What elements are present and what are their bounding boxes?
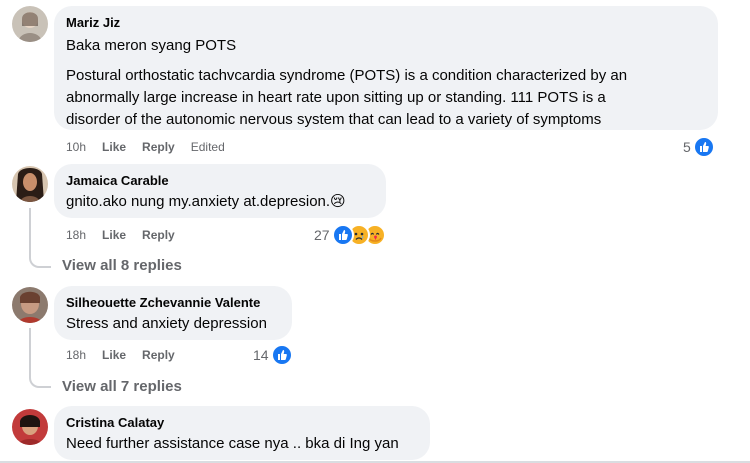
reactions[interactable]: 14 [253, 344, 293, 366]
comment-text: abnormally large increase in heart rate … [66, 89, 606, 106]
reactions-count: 27 [314, 227, 330, 243]
comment-actions: 18h Like Reply [66, 227, 191, 243]
comment-bubble: Cristina Calatay Need further assistance… [54, 406, 430, 460]
comment-time[interactable]: 18h [66, 227, 86, 243]
comment-text: gnito.ako nung my.anxiety at.depresion.😢 [66, 193, 346, 210]
comment-text: Need further assistance case nya .. bka … [66, 435, 399, 452]
thread-connector [29, 360, 51, 388]
comment-text: Baka meron syang POTS [66, 37, 237, 54]
avatar[interactable] [12, 6, 48, 42]
reply-button[interactable]: Reply [142, 227, 175, 243]
comment-bubble: Jamaica Carable gnito.ako nung my.anxiet… [54, 164, 386, 218]
like-icon [270, 344, 293, 366]
reactions[interactable]: 27 [314, 224, 386, 246]
avatar[interactable] [12, 166, 48, 202]
view-replies-link[interactable]: View all 7 replies [62, 378, 182, 395]
comment-bubble: Silheouette Zchevannie Valente Stress an… [54, 286, 292, 340]
comment-time[interactable]: 10h [66, 139, 86, 155]
like-icon [331, 224, 354, 246]
avatar[interactable] [12, 409, 48, 445]
like-icon [692, 136, 715, 158]
reply-button[interactable]: Reply [142, 347, 175, 363]
comment-actions: 10h Like Reply Edited [66, 139, 241, 155]
comment-bubble: Mariz Jiz Baka meron syang POTS Postural… [54, 6, 718, 130]
like-button[interactable]: Like [102, 347, 126, 363]
like-button[interactable]: Like [102, 227, 126, 243]
comment-actions: 18h Like Reply [66, 347, 191, 363]
comment-author[interactable]: Jamaica Carable [66, 172, 374, 189]
like-button[interactable]: Like [102, 139, 126, 155]
comment-author[interactable]: Cristina Calatay [66, 414, 418, 431]
thread-connector [29, 238, 51, 268]
avatar[interactable] [12, 287, 48, 323]
comment-time[interactable]: 18h [66, 347, 86, 363]
reply-button[interactable]: Reply [142, 139, 175, 155]
reactions-count: 5 [683, 139, 691, 155]
comment-text: Postural orthostatic tachvcardia syndrom… [66, 67, 628, 84]
comment-text: disorder of the autonomic nervous system… [66, 111, 602, 128]
view-replies-link[interactable]: View all 8 replies [62, 257, 182, 274]
reactions-count: 14 [253, 347, 269, 363]
reactions[interactable]: 5 [683, 136, 715, 158]
comment-author[interactable]: Mariz Jiz [66, 14, 706, 31]
comment-text: Stress and anxiety depression [66, 315, 267, 332]
edited-label: Edited [190, 140, 225, 154]
comment-author[interactable]: Silheouette Zchevannie Valente [66, 294, 280, 311]
